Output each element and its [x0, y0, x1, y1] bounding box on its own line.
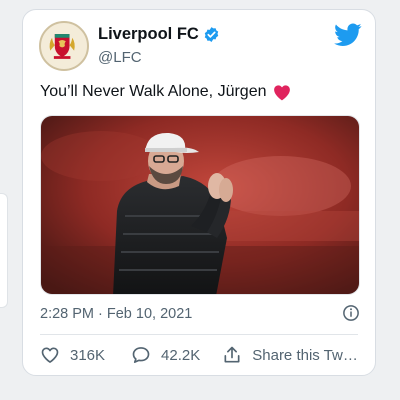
share-upload-icon — [224, 346, 240, 363]
side-pull-tab[interactable] — [0, 193, 8, 308]
share-label: Share this Tw… — [252, 346, 358, 364]
like-button[interactable]: 316K — [40, 345, 105, 365]
divider — [40, 334, 358, 335]
reply-button[interactable]: 42.2K — [131, 345, 200, 365]
tweet-actions: 316K 42.2K Share this Tw… — [40, 345, 358, 365]
tweet-card[interactable]: Liverpool FC @LFC You’ll Never Walk Alon… — [22, 9, 376, 376]
info-circle-icon[interactable] — [342, 304, 360, 322]
avatar[interactable] — [39, 21, 89, 71]
display-name[interactable]: Liverpool FC — [98, 25, 199, 44]
tweet-timestamp[interactable]: 2:28 PM · Feb 10, 2021 — [40, 306, 192, 322]
twitter-bird-icon[interactable] — [334, 23, 362, 47]
author-name-row: Liverpool FC — [98, 25, 220, 44]
tweet-text-content: You’ll Never Walk Alone, Jürgen — [40, 83, 267, 100]
verified-badge-icon — [204, 27, 219, 42]
lfc-crest-icon — [41, 23, 83, 65]
klopp-applauding-image — [41, 116, 359, 294]
speech-bubble-icon — [132, 347, 150, 363]
tweet-photo[interactable] — [40, 115, 360, 295]
red-heart-icon — [273, 84, 290, 100]
reply-count: 42.2K — [161, 346, 201, 364]
tweet-text: You’ll Never Walk Alone, Jürgen — [40, 83, 291, 101]
heart-outline-icon — [41, 347, 59, 363]
share-button[interactable]: Share this Tw… — [222, 345, 358, 365]
user-handle[interactable]: @LFC — [98, 49, 142, 66]
like-count: 316K — [70, 346, 106, 364]
